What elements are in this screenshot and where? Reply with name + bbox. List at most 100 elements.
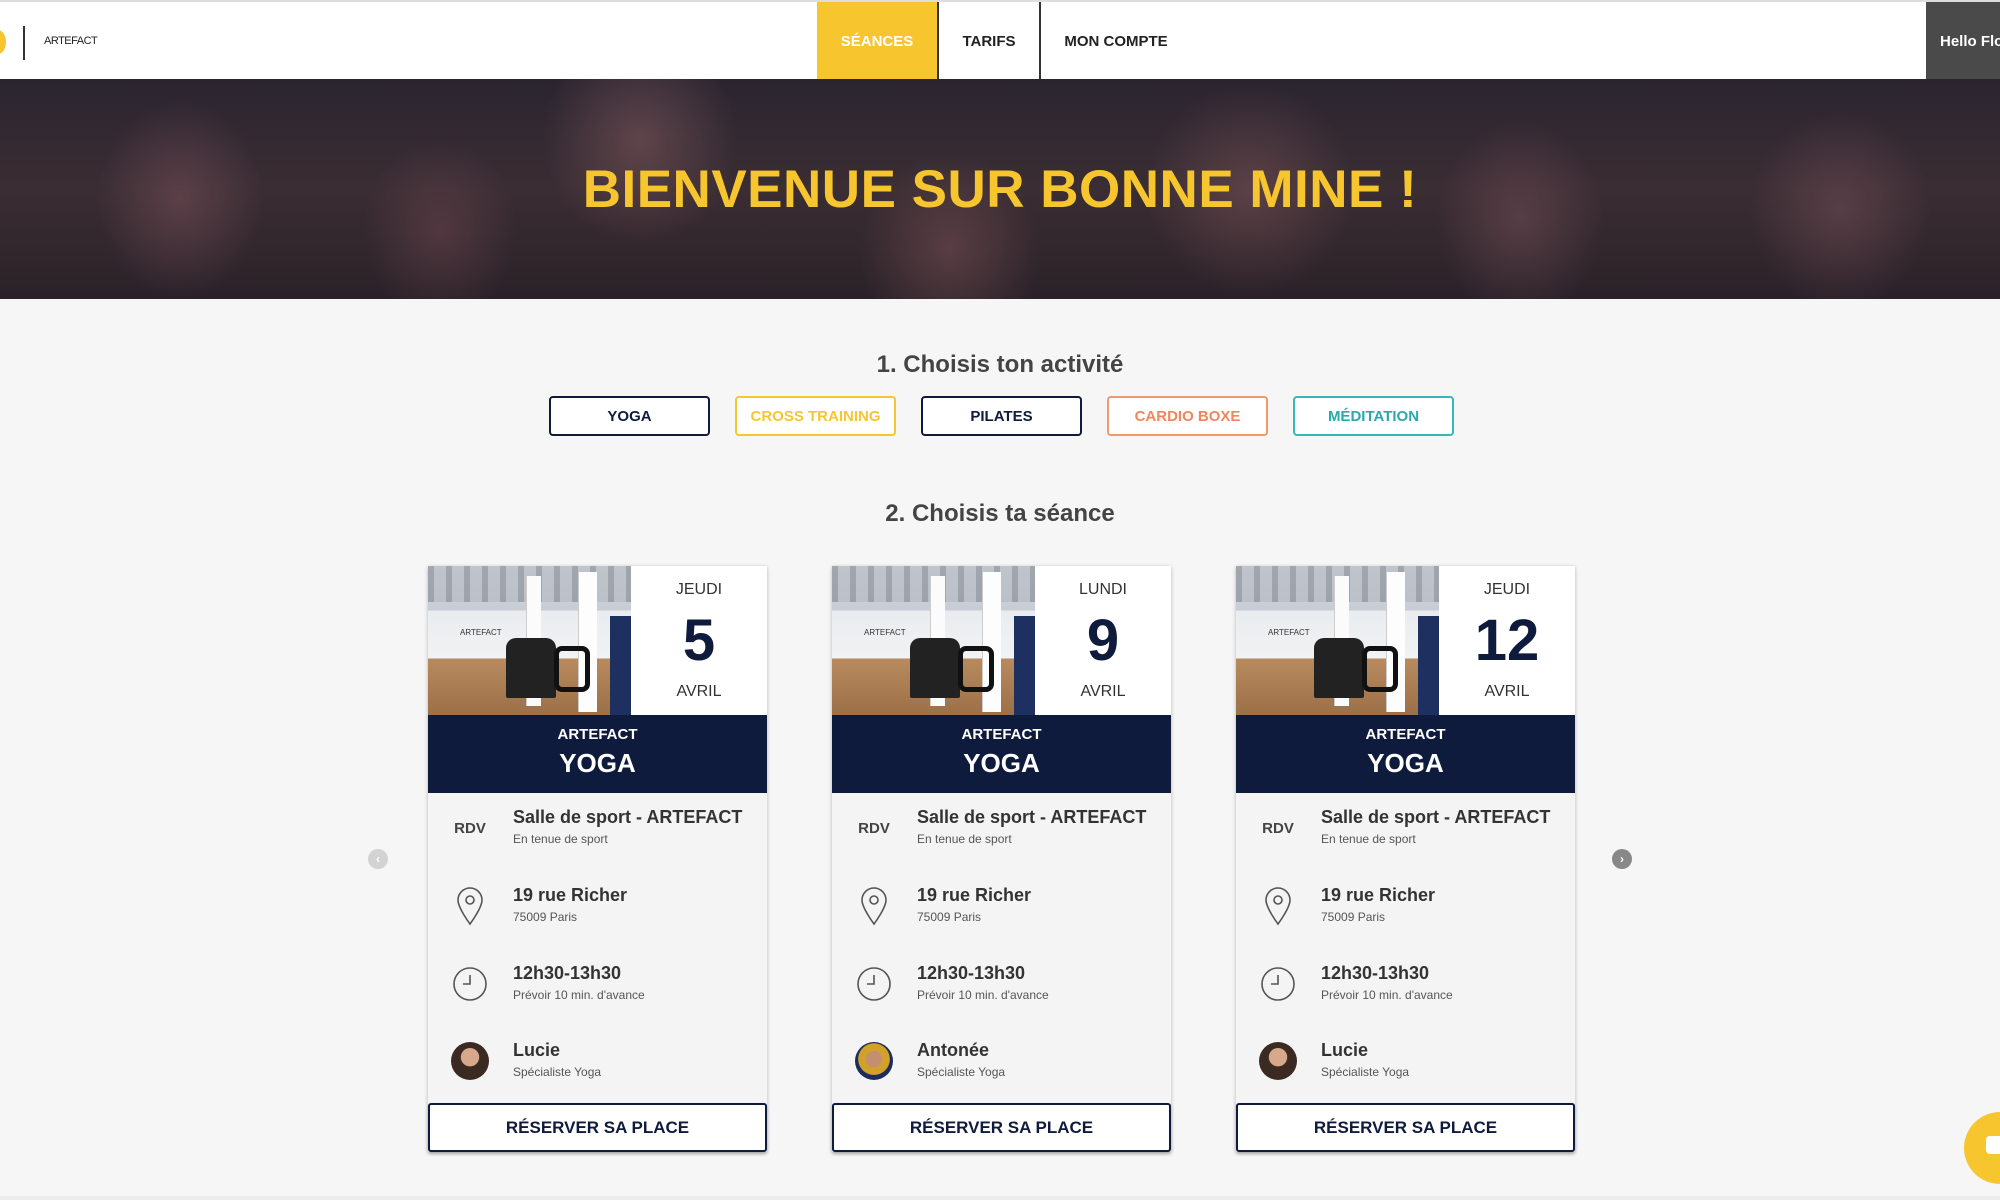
address-city: 75009 Paris — [513, 910, 578, 924]
step2-title: 2. Choisis ta séance — [885, 500, 1115, 527]
date-weekday: JEUDI — [1483, 581, 1531, 598]
session-banner: ARTEFACT YOGA — [428, 715, 767, 793]
top-navbar: ARTEFACT SÉANCES TARIFS MON COMPTE Hello… — [0, 0, 2000, 81]
clock-icon — [1258, 964, 1298, 1004]
gym-photo: ARTEFACT — [428, 566, 631, 715]
address-row: 19 rue Richer 75009 Paris — [1236, 872, 1575, 932]
rdv-row: RDV Salle de sport - ARTEFACT En tenue d… — [1236, 794, 1575, 854]
reserve-button[interactable]: RÉSERVER SA PLACE — [1236, 1103, 1575, 1152]
activity-filter: YOGA CROSS TRAINING PILATES CARDIO BOXE … — [549, 396, 1454, 436]
date-month: AVRIL — [1484, 683, 1530, 700]
session-venue: ARTEFACT — [1365, 726, 1446, 743]
coach-role: Spécialiste Yoga — [513, 1065, 602, 1079]
date-weekday: LUNDI — [1078, 581, 1127, 598]
session-venue: ARTEFACT — [557, 726, 638, 743]
address-city: 75009 Paris — [917, 910, 982, 924]
rdv-note: En tenue de sport — [513, 832, 608, 846]
coach-row: Lucie Spécialiste Yoga — [1236, 1027, 1575, 1087]
date-number: 5 — [682, 608, 716, 673]
session-time-note: Prévoir 10 min. d'avance — [1321, 988, 1453, 1002]
session-card: ARTEFACT LUNDI 9 AVRIL ARTEFACT YOGA RDV… — [832, 566, 1171, 1152]
session-card: ARTEFACT JEUDI 12 AVRIL ARTEFACT YOGA RD… — [1236, 566, 1575, 1152]
reserve-button[interactable]: RÉSERVER SA PLACE — [832, 1103, 1171, 1152]
hero-title: BIENVENUE SUR BONNE MINE ! — [582, 160, 1418, 219]
rdv-row: RDV Salle de sport - ARTEFACT En tenue d… — [832, 794, 1171, 854]
rdv-label: RDV — [858, 819, 890, 837]
rdv-note: En tenue de sport — [1321, 832, 1416, 846]
rdv-label: RDV — [1262, 819, 1294, 837]
gym-photo: ARTEFACT — [832, 566, 1035, 715]
location-pin-icon — [1258, 886, 1298, 926]
activity-cross-training-button[interactable]: CROSS TRAINING — [735, 396, 896, 436]
company-logo-text[interactable]: ARTEFACT — [44, 35, 98, 47]
coach-role: Spécialiste Yoga — [917, 1065, 1006, 1079]
coach-row: Lucie Spécialiste Yoga — [428, 1027, 767, 1087]
session-date: JEUDI 12 AVRIL — [1439, 566, 1575, 715]
reserve-button[interactable]: RÉSERVER SA PLACE — [428, 1103, 767, 1152]
session-banner: ARTEFACT YOGA — [832, 715, 1171, 793]
date-number: 9 — [1086, 608, 1120, 673]
activity-pilates-button[interactable]: PILATES — [921, 396, 1082, 436]
activity-meditation-button[interactable]: MÉDITATION — [1293, 396, 1454, 436]
session-activity: YOGA — [1367, 748, 1444, 778]
session-date: JEUDI 5 AVRIL — [631, 566, 767, 715]
session-time: 12h30-13h30 — [917, 963, 1026, 983]
coach-role: Spécialiste Yoga — [1321, 1065, 1410, 1079]
rdv-label: RDV — [454, 819, 486, 837]
address-row: 19 rue Richer 75009 Paris — [428, 872, 767, 932]
gym-photo: ARTEFACT — [1236, 566, 1439, 715]
chevron-right-icon[interactable]: › — [1612, 849, 1632, 869]
time-row: 12h30-13h30 Prévoir 10 min. d'avance — [832, 950, 1171, 1010]
coach-avatar — [854, 1041, 894, 1081]
chevron-left-icon[interactable]: ‹ — [368, 849, 388, 869]
clock-icon — [854, 964, 894, 1004]
address-street: 19 rue Richer — [1321, 885, 1436, 905]
user-greeting[interactable]: Hello Flo — [1926, 2, 2000, 81]
nav-mon-compte[interactable]: MON COMPTE — [1041, 2, 1191, 81]
session-time-note: Prévoir 10 min. d'avance — [513, 988, 645, 1002]
photo-wall-logo: ARTEFACT — [864, 628, 906, 637]
session-time-note: Prévoir 10 min. d'avance — [917, 988, 1049, 1002]
address-row: 19 rue Richer 75009 Paris — [832, 872, 1171, 932]
session-activity: YOGA — [963, 748, 1040, 778]
address-street: 19 rue Richer — [513, 885, 628, 905]
rdv-note: En tenue de sport — [917, 832, 1012, 846]
logo-divider — [23, 26, 25, 60]
activity-yoga-button[interactable]: YOGA — [549, 396, 710, 436]
rdv-row: RDV Salle de sport - ARTEFACT En tenue d… — [428, 794, 767, 854]
date-month: AVRIL — [676, 683, 722, 700]
location-pin-icon — [854, 886, 894, 926]
activity-cardio-boxe-button[interactable]: CARDIO BOXE — [1107, 396, 1268, 436]
photo-wall-logo: ARTEFACT — [1268, 628, 1310, 637]
time-row: 12h30-13h30 Prévoir 10 min. d'avance — [428, 950, 767, 1010]
coach-row: Antonée Spécialiste Yoga — [832, 1027, 1171, 1087]
coach-avatar — [1258, 1041, 1298, 1081]
main-nav: SÉANCES TARIFS MON COMPTE — [817, 2, 1191, 81]
coach-name: Lucie — [1321, 1040, 1369, 1060]
session-time: 12h30-13h30 — [513, 963, 622, 983]
chat-launcher-icon[interactable] — [1964, 1112, 2000, 1184]
session-venue: ARTEFACT — [961, 726, 1042, 743]
step1-title: 1. Choisis ton activité — [876, 351, 1124, 378]
date-weekday: JEUDI — [675, 581, 723, 598]
session-activity: YOGA — [559, 748, 636, 778]
rdv-place: Salle de sport - ARTEFACT — [917, 807, 1147, 827]
date-month: AVRIL — [1080, 683, 1126, 700]
photo-wall-logo: ARTEFACT — [460, 628, 502, 637]
rdv-place: Salle de sport - ARTEFACT — [513, 807, 743, 827]
coach-name: Antonée — [917, 1040, 989, 1060]
session-card: ARTEFACT JEUDI 5 AVRIL ARTEFACT YOGA RDV… — [428, 566, 767, 1152]
address-city: 75009 Paris — [1321, 910, 1386, 924]
clock-icon — [450, 964, 490, 1004]
location-pin-icon — [450, 886, 490, 926]
hero-banner: BIENVENUE SUR BONNE MINE ! — [0, 79, 2000, 299]
session-banner: ARTEFACT YOGA — [1236, 715, 1575, 793]
page-bottom-divider — [0, 1196, 2000, 1200]
nav-tarifs[interactable]: TARIFS — [939, 2, 1041, 81]
session-time: 12h30-13h30 — [1321, 963, 1430, 983]
brand-logo-icon[interactable] — [0, 30, 6, 54]
nav-seances[interactable]: SÉANCES — [817, 2, 939, 81]
coach-name: Lucie — [513, 1040, 561, 1060]
rdv-place: Salle de sport - ARTEFACT — [1321, 807, 1551, 827]
date-number: 12 — [1474, 608, 1540, 673]
